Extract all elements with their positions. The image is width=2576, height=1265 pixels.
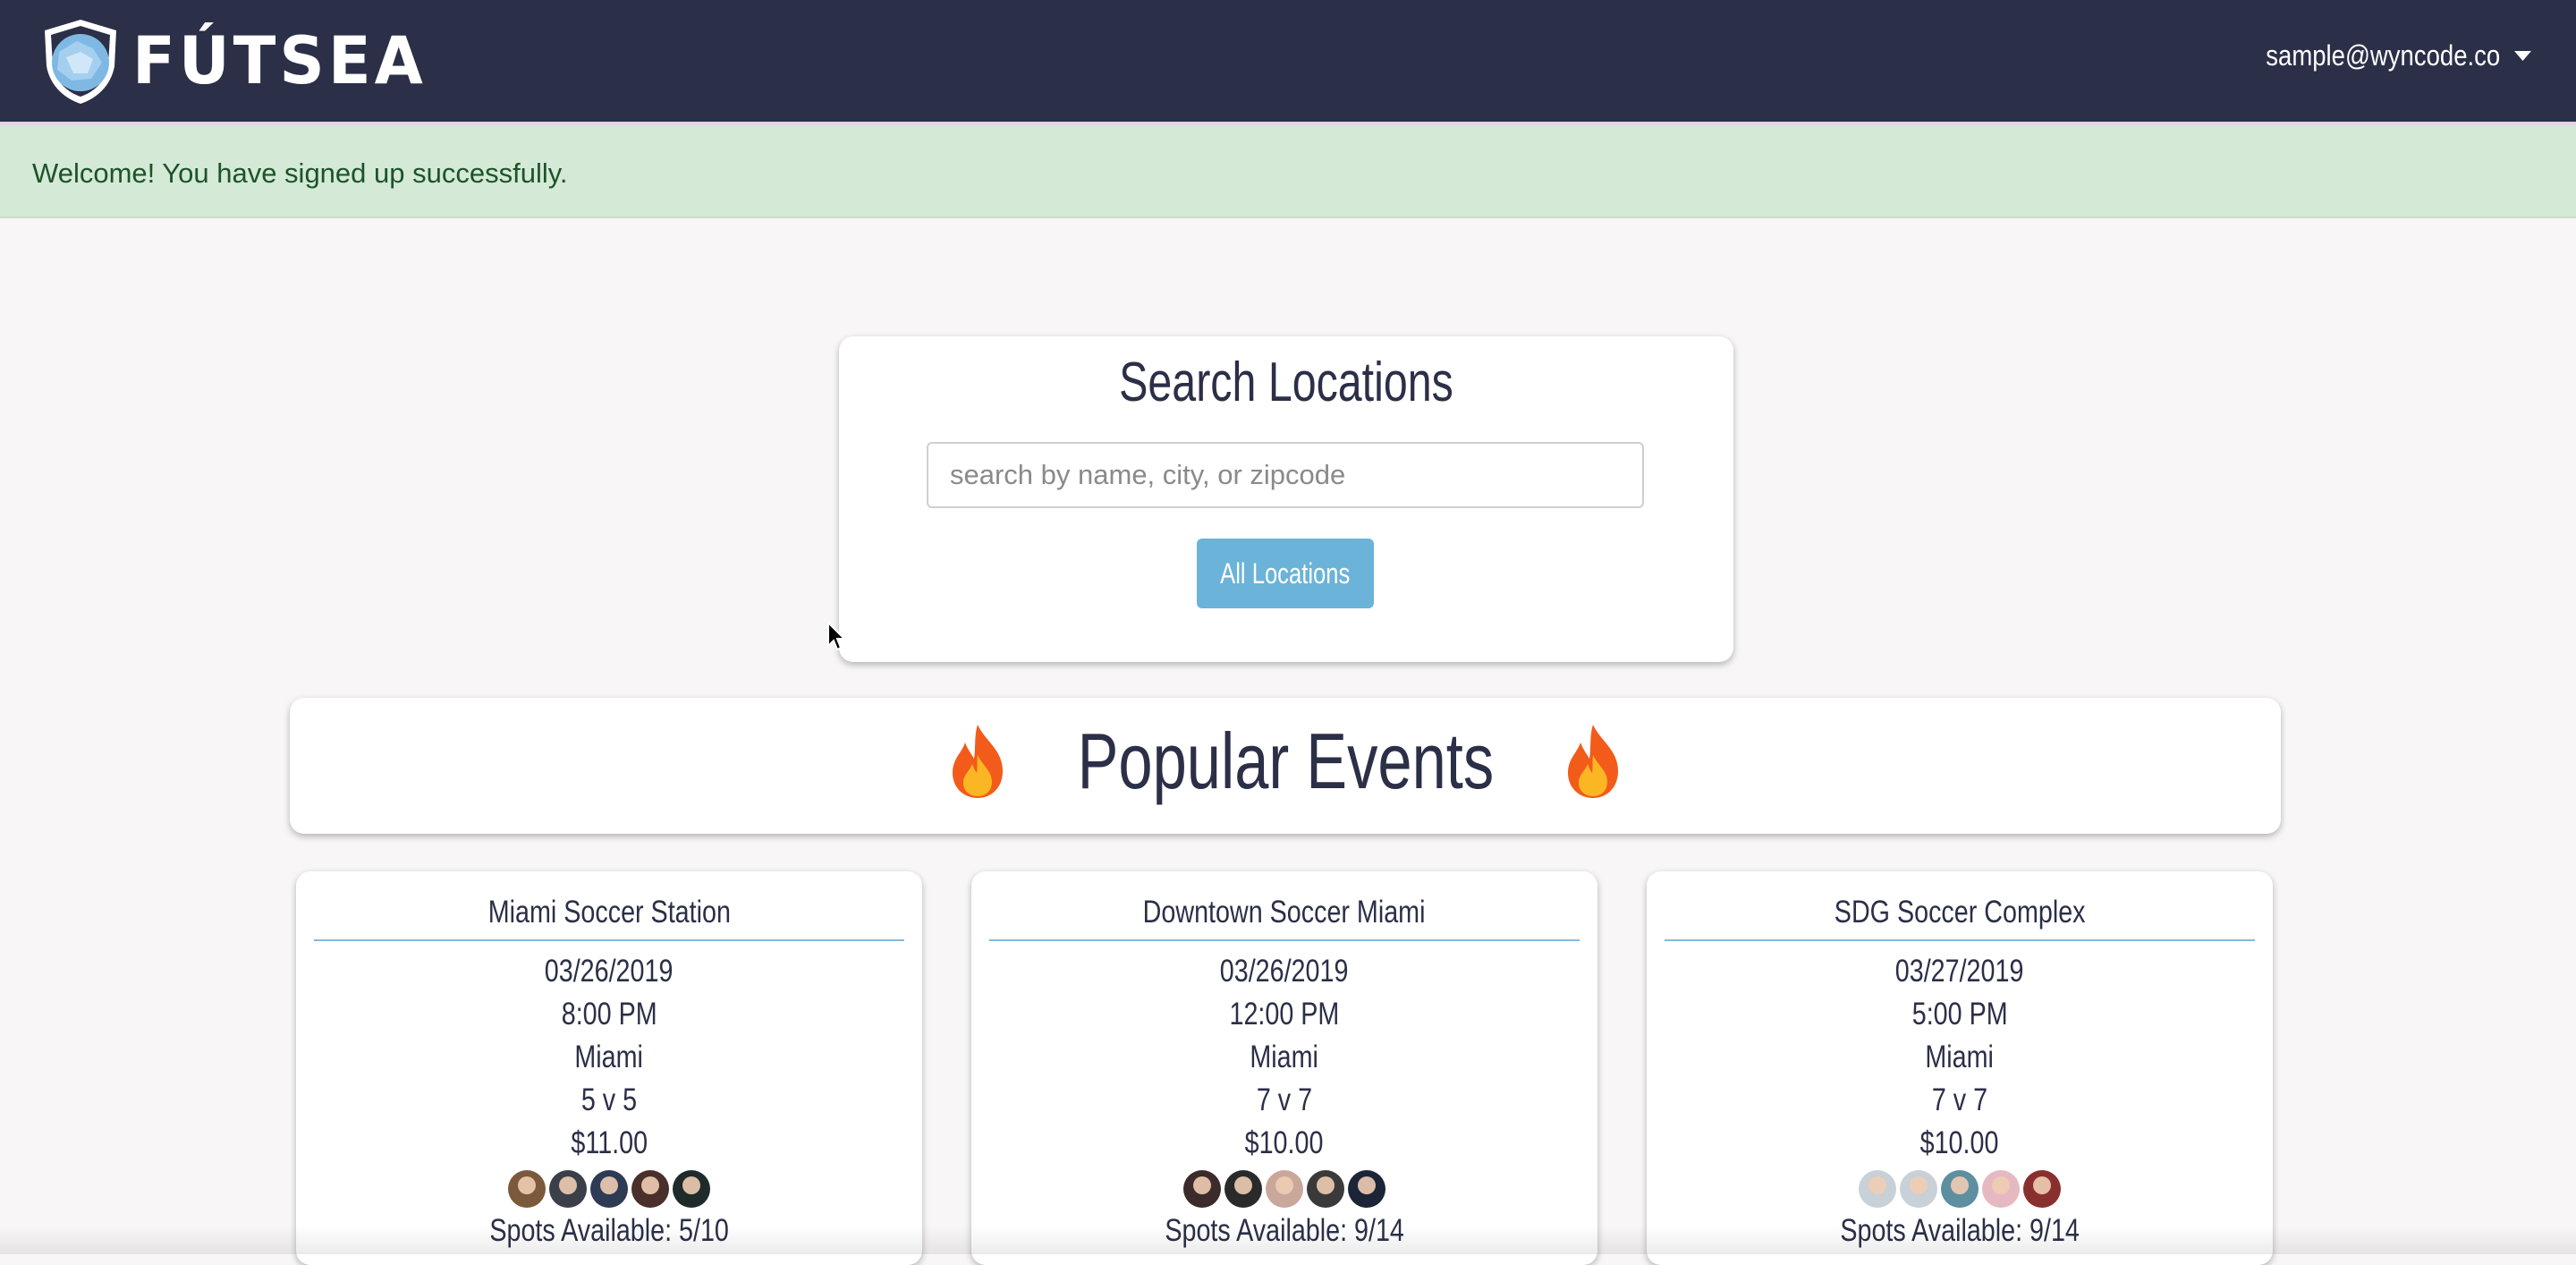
event-format: 5 v 5 [580,1082,638,1117]
brand-name: FÚTSEA [132,21,427,100]
popular-events-heading: Popular Events [290,716,2281,807]
event-city: Miami [574,1040,644,1074]
brand-logo[interactable]: FÚTSEA [39,14,427,107]
avatar[interactable] [590,1170,628,1208]
event-date: 03/26/2019 [545,954,674,989]
event-format: 7 v 7 [1931,1082,1988,1117]
event-city: Miami [1250,1040,1319,1074]
event-price: $10.00 [1245,1125,1324,1160]
avatar[interactable] [1348,1170,1385,1208]
event-card[interactable]: SDG Soccer Complex 03/27/2019 5:00 PM Mi… [1647,871,2273,1265]
event-time: 5:00 PM [1911,997,2008,1032]
avatar[interactable] [673,1170,710,1208]
event-name: Miami Soccer Station [487,895,731,930]
avatar[interactable] [1900,1170,1937,1208]
user-menu-dropdown[interactable]: sample@wyncode.co [2267,39,2531,72]
event-price: $10.00 [1920,1125,1999,1160]
search-input[interactable] [927,442,1644,508]
alert-message: Welcome! You have signed up successfully… [32,157,568,189]
mouse-cursor-icon [827,621,846,651]
event-card[interactable]: Miami Soccer Station 03/26/2019 8:00 PM … [296,871,922,1265]
fire-icon [1568,725,1619,798]
search-card: Search Locations All Locations [839,336,1733,662]
avatar[interactable] [1307,1170,1344,1208]
avatar[interactable] [631,1170,669,1208]
event-card[interactable]: Downtown Soccer Miami 03/26/2019 12:00 P… [971,871,1597,1265]
avatar[interactable] [1266,1170,1303,1208]
caret-down-icon [2514,51,2531,61]
user-email: sample@wyncode.co [2266,39,2501,72]
player-avatars [971,1170,1597,1208]
avatar[interactable] [1859,1170,1896,1208]
event-price: $11.00 [571,1125,648,1160]
event-date: 03/26/2019 [1220,954,1349,989]
avatar[interactable] [1941,1170,1979,1208]
avatar[interactable] [549,1170,587,1208]
success-alert: Welcome! You have signed up successfully… [0,125,2576,218]
navbar: FÚTSEA sample@wyncode.co [0,0,2576,125]
event-time: 8:00 PM [561,997,657,1032]
fire-icon [952,725,1003,798]
event-name: SDG Soccer Complex [1834,895,2086,930]
event-time: 12:00 PM [1229,997,1340,1032]
window-edge-shadow [0,1226,2576,1254]
event-city: Miami [1925,1040,1995,1074]
event-format: 7 v 7 [1256,1082,1313,1117]
divider [314,939,904,941]
divider [989,939,1580,941]
event-name: Downtown Soccer Miami [1143,895,1426,930]
search-title: Search Locations [1119,352,1453,413]
shield-globe-icon [45,20,116,104]
all-locations-button[interactable]: All Locations [1197,539,1374,608]
avatar[interactable] [1183,1170,1221,1208]
event-date: 03/27/2019 [1895,954,2024,989]
avatar[interactable] [508,1170,546,1208]
avatar[interactable] [1982,1170,2020,1208]
avatar[interactable] [1224,1170,1262,1208]
avatar[interactable] [2023,1170,2061,1208]
player-avatars [1647,1170,2273,1208]
all-locations-label: All Locations [1220,556,1351,590]
popular-events-title: Popular Events [1077,717,1494,805]
player-avatars [296,1170,922,1208]
popular-events-card: Popular Events [290,698,2281,834]
divider [1665,939,2255,941]
